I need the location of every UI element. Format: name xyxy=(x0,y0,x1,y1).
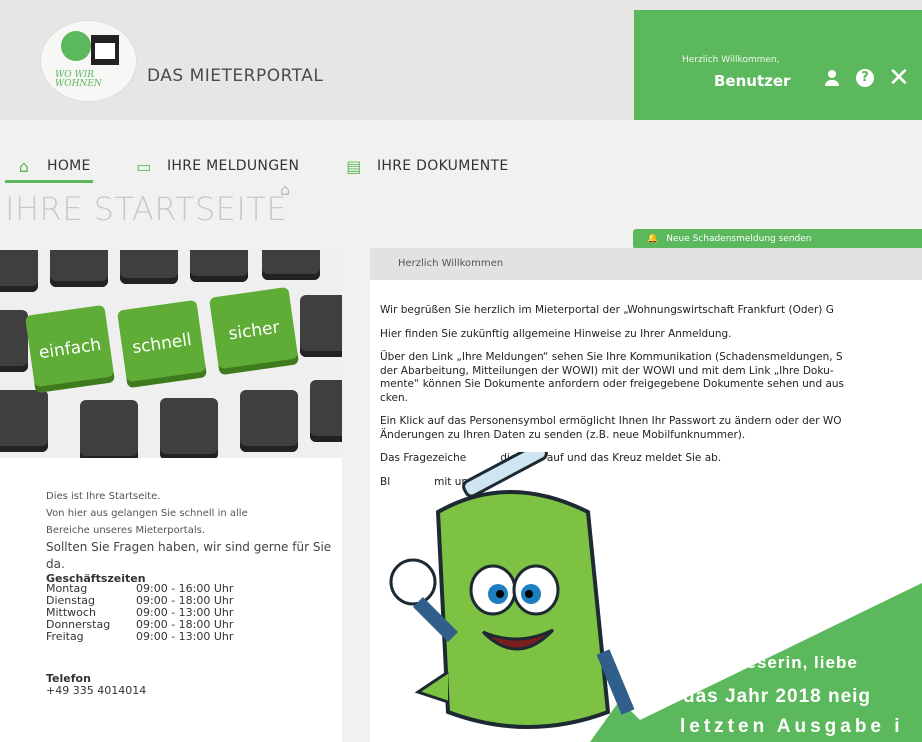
new-damage-report-button[interactable]: 🔔 Neue Schadensmeldung senden xyxy=(633,229,922,249)
portal-title: DAS MIETERPORTAL xyxy=(147,66,324,86)
welcome-panel-title: Herzlich Willkommen xyxy=(398,258,504,269)
hours-list: Montag 09:00 - 16:00 Uhr Dienstag 09:00 - … xyxy=(46,583,233,643)
key-einfach: einfach xyxy=(24,304,116,394)
logo-text: WO WIR WOHNEN xyxy=(55,70,102,89)
key-sicher: sicher xyxy=(208,286,300,376)
home-icon: ⌂ xyxy=(18,156,30,176)
intro-text: Dies ist Ihre Startseite. Von hier aus g… xyxy=(46,488,342,573)
clipboard-icon: ▭ xyxy=(136,156,152,176)
key-schnell: schnell xyxy=(116,299,208,389)
promo-line: das Jahr 2018 neig xyxy=(683,686,872,707)
header: WO WIR WOHNEN DAS MIETERPORTAL Herzlich … xyxy=(0,0,922,120)
document-icon: ▤ xyxy=(346,156,362,176)
nav-home[interactable]: ⌂ HOME xyxy=(15,148,91,184)
welcome-paragraph: Über den Link „Ihre Meldungen“ sehen Sie… xyxy=(380,351,845,404)
home-breadcrumb-icon[interactable]: ⌂ xyxy=(280,180,290,199)
help-icon[interactable]: ? xyxy=(856,69,874,87)
logout-close-icon[interactable]: ✕ xyxy=(888,65,910,91)
nav-meldungen-label: IHRE MELDUNGEN xyxy=(167,158,300,174)
new-damage-report-label: Neue Schadensmeldung senden xyxy=(666,234,812,244)
bell-icon: 🔔 xyxy=(647,234,659,244)
nav-home-label: HOME xyxy=(47,158,91,174)
nav-dokumente[interactable]: ▤ IHRE DOKUMENTE xyxy=(345,148,509,184)
keyboard-image: einfach schnell sicher xyxy=(0,250,342,458)
phone-number[interactable]: +49 335 4014014 xyxy=(46,684,146,697)
promo-line: letzten Ausgabe i xyxy=(680,716,904,737)
user-panel: Herzlich Willkommen, Benutzer ? ✕ xyxy=(634,10,922,120)
wowi-logo[interactable]: WO WIR WOHNEN xyxy=(40,20,137,102)
intro-line: Sollten Sie Fragen haben, wir sind gerne… xyxy=(46,540,332,571)
left-info-panel: einfach schnell sicher Dies ist Ihre Sta… xyxy=(0,250,342,742)
welcome-panel-header: Herzlich Willkommen xyxy=(370,248,922,280)
welcome-paragraph: Ein Klick auf das Personensymbol ermögli… xyxy=(380,415,842,441)
logo-ball xyxy=(61,31,91,61)
welcome-paragraph: Wir begrüßen Sie herzlich im Mieterporta… xyxy=(380,304,834,316)
main-nav: ⌂ HOME ▭ IHRE MELDUNGEN ▤ IHRE DOKUMENTE xyxy=(0,140,922,184)
nav-active-underline xyxy=(5,180,93,183)
nav-dokumente-label: IHRE DOKUMENTE xyxy=(377,158,509,174)
promo-line: Liebe Leserin, liebe xyxy=(680,653,858,672)
intro-line: Dies ist Ihre Startseite. xyxy=(46,491,161,502)
key-mascot-illustration xyxy=(389,452,635,729)
logo-building-icon xyxy=(91,35,119,65)
page-title: IHRE STARTSEITE xyxy=(5,190,288,228)
welcome-text: Herzlich Willkommen, xyxy=(682,55,780,65)
hours-row: Freitag 09:00 - 13:00 Uhr xyxy=(46,630,234,643)
intro-line: Von hier aus gelangen Sie schnell in all… xyxy=(46,508,248,519)
nav-meldungen[interactable]: ▭ IHRE MELDUNGEN xyxy=(135,148,299,184)
user-name: Benutzer xyxy=(714,72,791,90)
welcome-paragraph: Hier finden Sie zukünftig allgemeine Hin… xyxy=(380,327,732,340)
intro-line: Bereiche unseres Mieterportals. xyxy=(46,525,206,536)
user-profile-icon[interactable] xyxy=(822,68,842,88)
